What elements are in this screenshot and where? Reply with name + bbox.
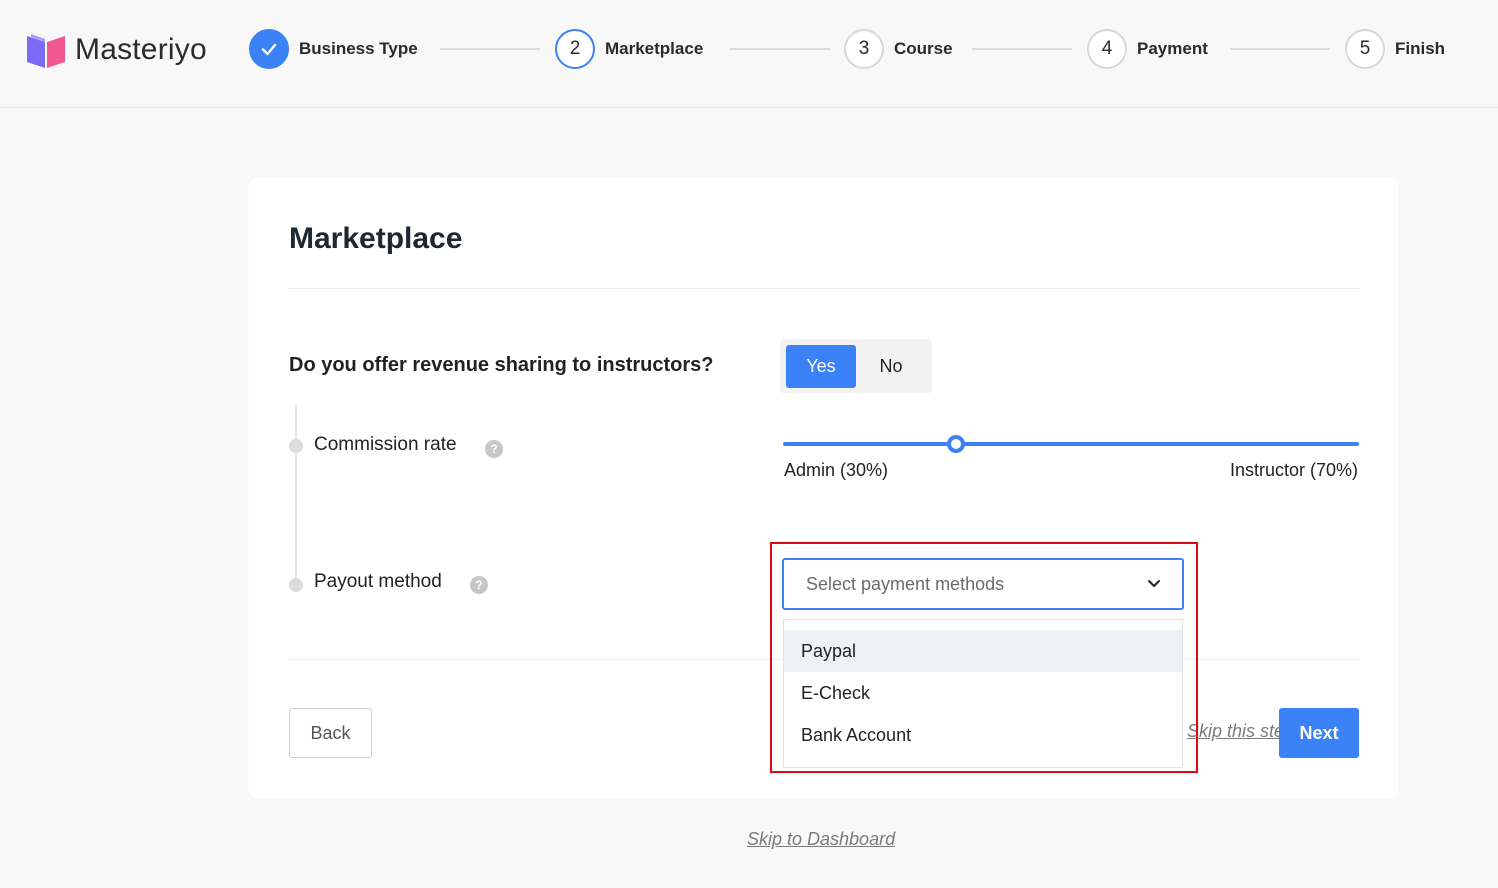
divider: [289, 288, 1359, 289]
step-label: Business Type: [299, 39, 418, 58]
step-marketplace[interactable]: 2 Marketplace: [555, 29, 703, 69]
field-connector-line: [295, 405, 297, 585]
step-connector: [730, 48, 830, 50]
step-label: Course: [894, 39, 953, 58]
step-number: 3: [844, 29, 884, 69]
step-finish[interactable]: 5 Finish: [1345, 29, 1445, 69]
help-icon[interactable]: ?: [470, 576, 488, 594]
instructor-share-label: Instructor (70%): [1229, 460, 1358, 480]
step-label: Finish: [1395, 39, 1446, 58]
field-dot: [289, 578, 303, 592]
step-connector: [972, 48, 1072, 50]
chevron-down-icon: [1148, 580, 1160, 587]
commission-slider-handle[interactable]: [947, 435, 965, 453]
step-label: Payment: [1137, 39, 1208, 58]
step-number: 2: [555, 29, 595, 69]
step-number: 4: [1087, 29, 1127, 69]
option-echeck[interactable]: E-Check: [784, 672, 1182, 714]
help-icon[interactable]: ?: [485, 440, 503, 458]
skip-to-dashboard-link[interactable]: Skip to Dashboard: [747, 829, 895, 850]
page-title: Marketplace: [289, 222, 463, 255]
check-icon: [261, 43, 277, 56]
step-connector: [1230, 48, 1330, 50]
select-placeholder: Select payment methods: [806, 573, 1005, 594]
step-circle: [249, 29, 289, 69]
brand-name: Masteriyo: [75, 33, 207, 66]
no-button[interactable]: No: [856, 345, 926, 388]
revenue-sharing-question: Do you offer revenue sharing to instruct…: [289, 354, 714, 376]
revenue-sharing-toggle: Yes No: [780, 339, 932, 393]
field-dot: [289, 439, 303, 453]
step-course[interactable]: 3 Course: [844, 29, 953, 69]
yes-button[interactable]: Yes: [786, 345, 856, 388]
option-bank-account[interactable]: Bank Account: [784, 714, 1182, 756]
admin-share-label: Admin (30%): [784, 460, 889, 480]
back-button[interactable]: Back: [289, 708, 372, 758]
brand-logo[interactable]: Masteriyo: [25, 30, 207, 70]
commission-rate-label: Commission rate: [314, 434, 457, 455]
payment-method-dropdown: Paypal E-Check Bank Account: [783, 619, 1183, 768]
step-label: Marketplace: [605, 39, 704, 58]
book-logo-icon: [27, 34, 65, 68]
skip-step-link[interactable]: Skip this step: [1187, 721, 1294, 742]
option-paypal[interactable]: Paypal: [784, 630, 1182, 672]
step-number: 5: [1345, 29, 1385, 69]
step-payment[interactable]: 4 Payment: [1087, 29, 1208, 69]
top-header: Masteriyo Business Type 2 Marketplace 3 …: [0, 0, 1498, 108]
payout-method-label: Payout method: [314, 571, 442, 592]
next-button[interactable]: Next: [1279, 708, 1359, 758]
step-business-type[interactable]: Business Type: [249, 29, 418, 69]
step-connector: [440, 48, 540, 50]
commission-slider-track[interactable]: [783, 442, 1359, 446]
payment-method-select[interactable]: Select payment methods: [782, 558, 1184, 610]
marketplace-card: Marketplace Do you offer revenue sharing…: [249, 178, 1398, 798]
